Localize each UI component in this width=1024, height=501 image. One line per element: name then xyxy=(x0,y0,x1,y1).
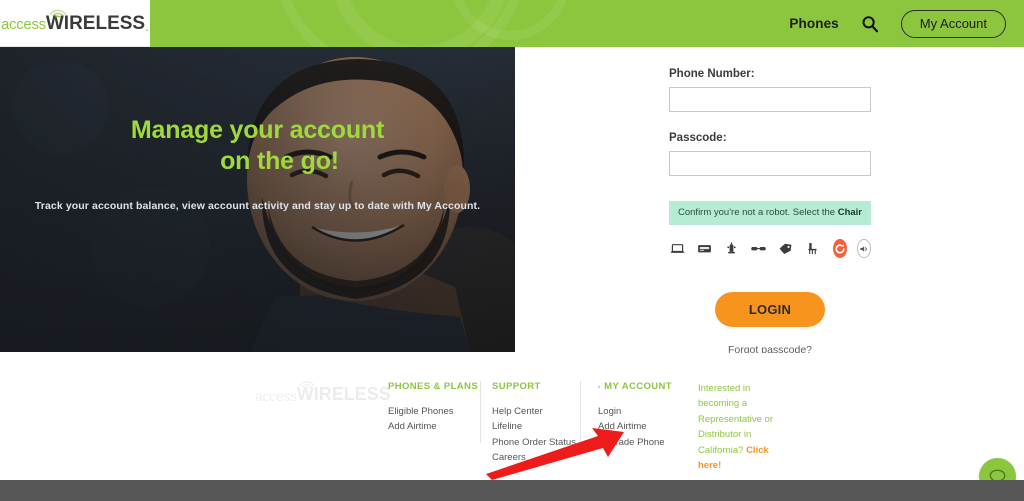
footer-link-careers[interactable]: Careers xyxy=(492,450,572,465)
passcode-input[interactable] xyxy=(669,151,871,176)
hero-subtext: Track your account balance, view account… xyxy=(34,200,481,212)
footer-logo: access WIRELESS xyxy=(255,381,391,473)
wifi-signal-icon xyxy=(299,381,315,389)
audio-icon[interactable] xyxy=(856,239,871,259)
header-nav: Phones My Account xyxy=(789,9,1006,38)
footer-column-my-account: MY ACCOUNT Login Add Airtime Upgrade Pho… xyxy=(580,381,688,473)
user-icon xyxy=(598,385,600,388)
hero-heading-line1: Manage your account xyxy=(130,116,385,144)
site-header: access WIRELESS . Phones My Account xyxy=(0,0,1024,47)
footer-link-lifeline[interactable]: Lifeline xyxy=(492,419,572,434)
wifi-signal-icon xyxy=(49,9,67,18)
chair-icon[interactable] xyxy=(804,240,821,257)
logo-text-suffix: . xyxy=(145,17,149,34)
login-actions: LOGIN Forgot passcode? xyxy=(669,292,871,356)
footer-heading-support: SUPPORT xyxy=(492,381,572,392)
login-button[interactable]: LOGIN xyxy=(714,292,826,328)
footer-heading-label: PHONES & PLANS xyxy=(388,381,479,392)
fire-hydrant-icon[interactable] xyxy=(723,240,740,257)
site-footer: access WIRELESS PHONES & PLANS Eligible … xyxy=(0,353,1024,478)
footer-link-add-airtime[interactable]: Add Airtime xyxy=(598,419,672,434)
hero-heading-line2: on the go! xyxy=(220,146,339,175)
footer-logo-text-access: access xyxy=(255,388,297,404)
footer-link-add-airtime[interactable]: Add Airtime xyxy=(388,419,472,434)
footer-link-upgrade-phone[interactable]: Upgrade Phone xyxy=(598,435,672,450)
footer-divider xyxy=(480,381,481,443)
browser-bottom-bar xyxy=(0,480,1024,501)
nav-item-phones[interactable]: Phones xyxy=(789,16,838,31)
captcha-instruction: Confirm you're not a robot. Select the C… xyxy=(669,201,871,226)
logo-text-access: access xyxy=(0,15,46,33)
captcha-instruction-text: Confirm you're not a robot. Select the xyxy=(678,207,838,218)
card-reader-icon[interactable] xyxy=(696,240,713,257)
header-green-band: Phones My Account xyxy=(150,0,1024,47)
login-form: Phone Number: Passcode: Confirm you're n… xyxy=(669,68,871,356)
search-icon[interactable] xyxy=(860,14,880,34)
phone-number-input[interactable] xyxy=(669,87,871,112)
footer-link-help-center[interactable]: Help Center xyxy=(492,404,572,419)
footer-link-eligible-phones[interactable]: Eligible Phones xyxy=(388,404,472,419)
footer-link-phone-order-status[interactable]: Phone Order Status xyxy=(492,435,576,450)
captcha-icon-row xyxy=(669,239,871,259)
passcode-label: Passcode: xyxy=(669,132,727,144)
hero-text-block: Manage your account on the go! Track you… xyxy=(0,115,515,215)
footer-link-login[interactable]: Login xyxy=(598,404,672,419)
footer-heading-my-account: MY ACCOUNT xyxy=(598,381,672,392)
price-tag-icon[interactable] xyxy=(777,240,794,257)
laptop-icon[interactable] xyxy=(669,240,686,257)
footer-promo: Interested in becoming a Representative … xyxy=(688,381,793,473)
footer-promo-text: Interested in becoming a Representative … xyxy=(698,381,777,473)
phone-number-label: Phone Number: xyxy=(669,68,755,80)
footer-heading-label: SUPPORT xyxy=(492,381,541,392)
hero-heading: Manage your account on the go! xyxy=(20,115,495,176)
sunglasses-icon[interactable] xyxy=(750,240,767,257)
captcha-target-object: Chair xyxy=(837,207,862,218)
site-logo[interactable]: access WIRELESS . xyxy=(0,0,150,47)
reload-icon[interactable] xyxy=(833,239,847,259)
hero-banner: Manage your account on the go! Track you… xyxy=(0,47,515,352)
footer-column-phones-plans: PHONES & PLANS Eligible Phones Add Airti… xyxy=(388,381,488,473)
footer-heading-phones-plans: PHONES & PLANS xyxy=(388,381,478,392)
footer-divider xyxy=(580,381,581,443)
footer-heading-label: MY ACCOUNT xyxy=(604,381,672,392)
footer-column-support: SUPPORT Help Center Lifeline Phone Order… xyxy=(480,381,588,473)
my-account-button[interactable]: My Account xyxy=(900,9,1006,38)
page-root: access WIRELESS . Phones My Account Mana… xyxy=(0,0,1024,501)
